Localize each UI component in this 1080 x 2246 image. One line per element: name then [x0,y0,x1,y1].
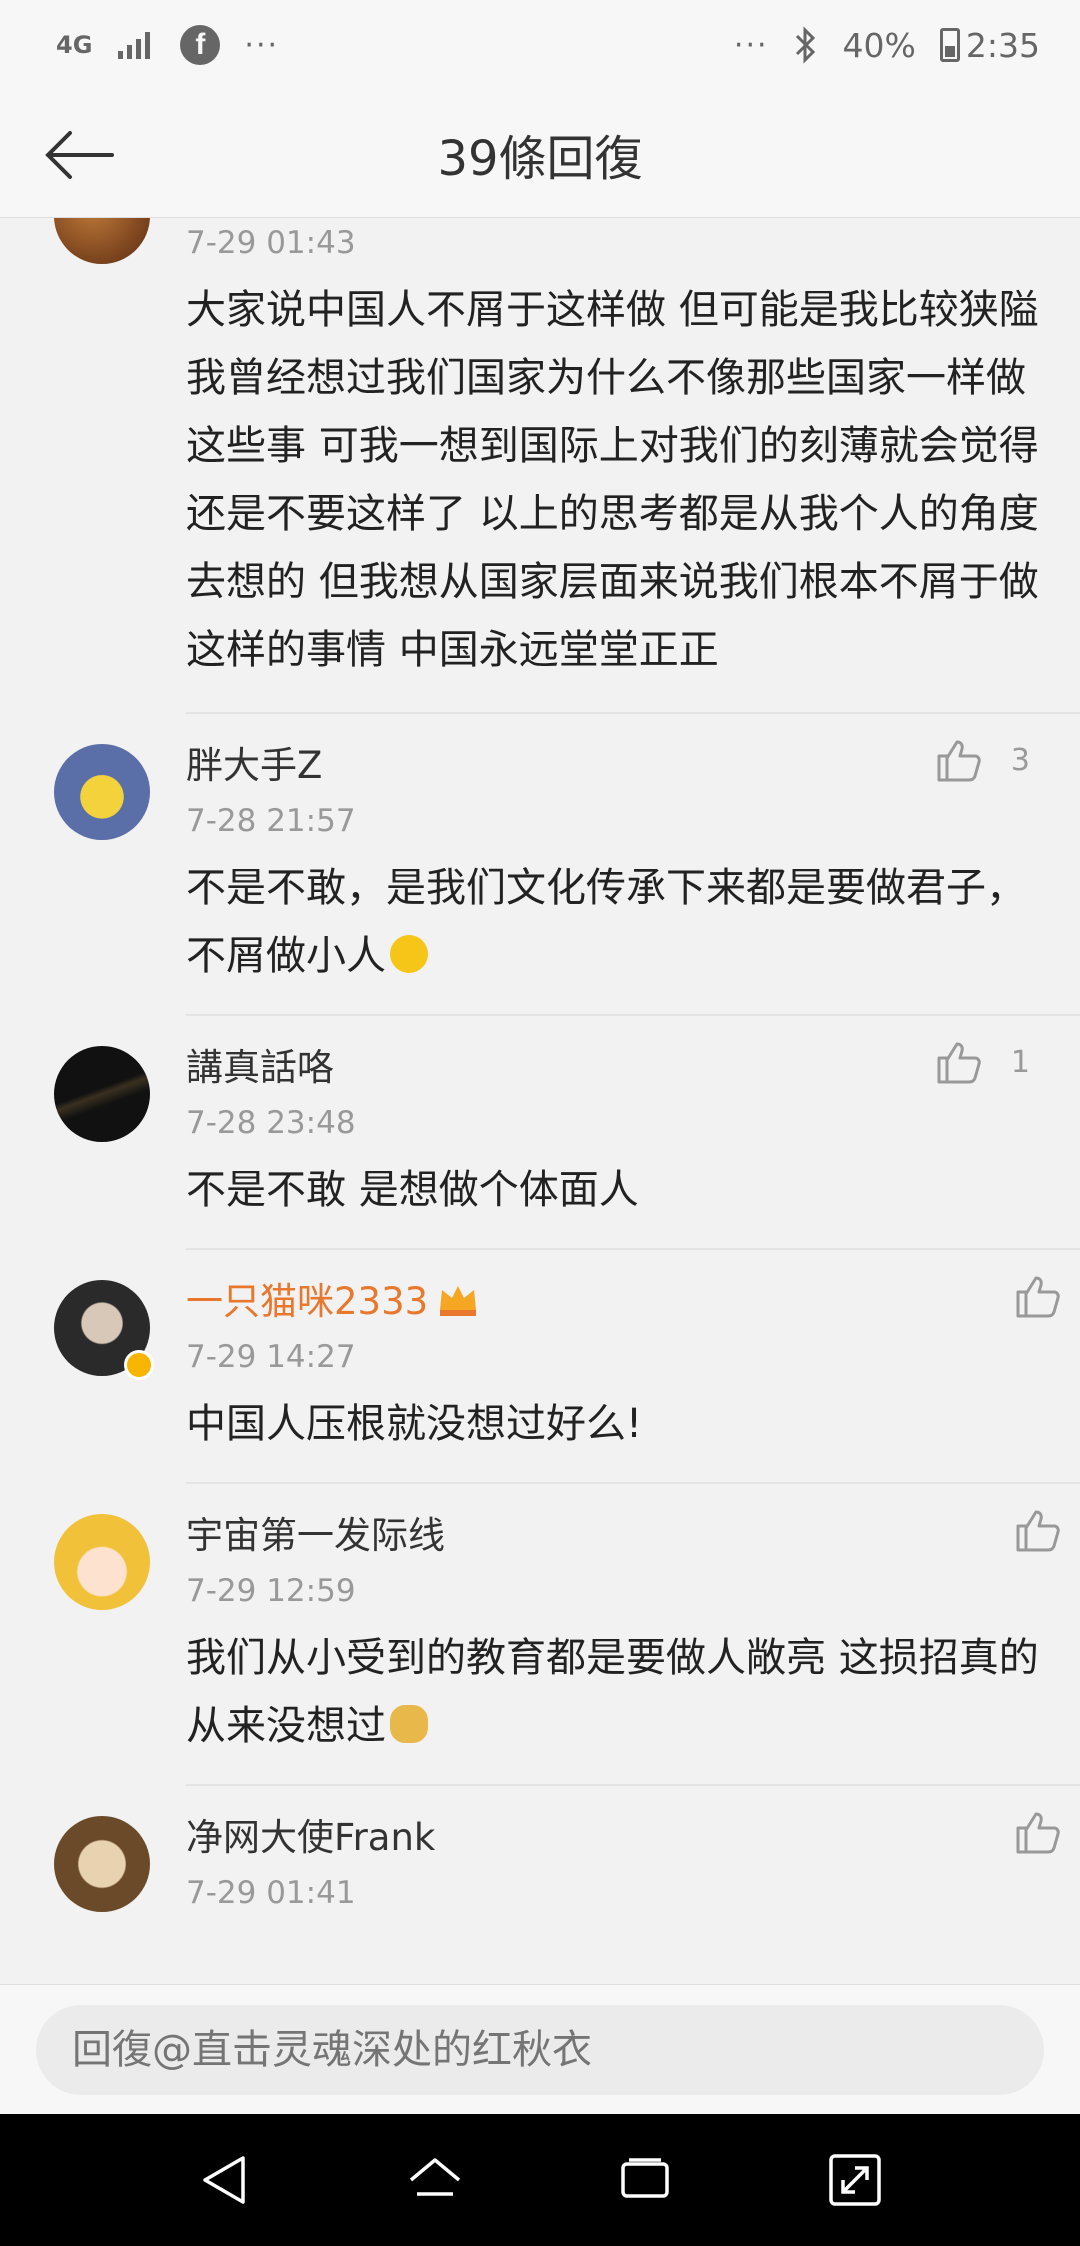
like-button[interactable] [1014,1808,1062,1856]
reply-input[interactable] [36,2005,1044,2095]
header: 39條回復 [0,90,1080,218]
more-notifications: ··· [244,27,280,63]
like-count: 3 [1010,742,1030,778]
avatar[interactable] [54,218,150,264]
comment-text: 不是不敢，是我们文化传承下来都是要做君子，不屑做小人 [186,846,1040,1014]
avatar[interactable] [54,1280,154,1380]
comment-item[interactable]: 一只猫咪2333 7-29 14:27 中国人压根就没想过好么! [54,1250,1080,1484]
battery-icon [939,28,960,62]
comment-item[interactable]: 7-29 01:43 大家说中国人不屑于这样做 但可能是我比较狭隘 我曾经想过我… [54,218,1080,714]
comment-list[interactable]: 7-29 01:43 大家说中国人不屑于这样做 但可能是我比较狭隘 我曾经想过我… [0,218,1080,1984]
comment-time: 7-29 14:27 [186,1339,356,1375]
back-arrow-icon[interactable] [40,120,120,190]
system-nav-bar [0,2114,1080,2246]
avatar[interactable] [54,1046,150,1142]
avatar[interactable] [54,1514,150,1610]
comment-username[interactable]: 净网大使Frank [186,1808,1040,1868]
comment-item[interactable]: 宇宙第一发际线 7-29 12:59 我们从小受到的教育都是要做人敞亮 这损招真… [54,1484,1080,1786]
thumbs-up-icon [1016,1510,1060,1552]
like-button[interactable]: 3 [935,736,1030,784]
thumbs-up-icon [1016,1276,1060,1318]
username-text: 一只猫咪2333 [186,1280,429,1323]
status-bar: 4G f ··· ··· 40% 2:35 [0,0,1080,90]
laughing-emoji-icon [390,935,428,973]
home-nav-icon[interactable] [405,2150,465,2210]
comment-time: 7-29 12:59 [186,1573,356,1609]
comment-username[interactable]: 宇宙第一发际线 [186,1506,1040,1566]
more-status: ··· [733,27,769,63]
comment-time: 7-29 01:41 [186,1875,356,1911]
battery-percent: 40% [842,25,916,65]
thumbs-up-icon [937,1042,981,1084]
comment-item[interactable]: 胖大手Z 7-28 21:57 不是不敢，是我们文化传承下来都是要做君子，不屑做… [54,714,1080,1016]
like-count: 1 [1010,1044,1030,1080]
comment-text-body: 不是不敢，是我们文化传承下来都是要做君子，不屑做小人 [186,865,1026,979]
facebook-icon: f [180,25,221,65]
signal-icon [118,32,151,59]
avatar[interactable] [54,744,150,840]
bluetooth-icon [795,26,815,64]
comment-item[interactable]: 講真話咯 7-28 23:48 不是不敢 是想做个体面人 1 [54,1016,1080,1250]
comment-time: 7-28 23:48 [186,1105,356,1141]
comment-username[interactable]: 一只猫咪2333 [186,1272,1040,1332]
page-title: 39條回復 [437,130,643,187]
sweat-emoji-icon [390,1705,428,1743]
back-nav-icon[interactable] [195,2150,255,2210]
comment-username[interactable]: 講真話咯 [186,1038,1040,1098]
like-button[interactable] [1014,1272,1062,1320]
comment-username[interactable]: 胖大手Z [186,736,1040,796]
recents-nav-icon[interactable] [615,2150,675,2210]
thumbs-up-icon [937,740,981,782]
comment-text-body: 我们从小受到的教育都是要做人敞亮 这损招真的从来没想过 [186,1635,1039,1749]
comment-text: 不是不敢 是想做个体面人 [186,1167,639,1213]
verified-badge-icon [124,1350,154,1380]
network-icon: 4G [56,31,93,59]
comment-text: 中国人压根就没想过好么! [186,1401,643,1447]
thumbs-up-icon [1016,1812,1060,1854]
comment-time: 7-29 01:43 [186,225,356,261]
avatar[interactable] [54,1816,150,1912]
reply-bar [0,1984,1080,2114]
clock: 2:35 [965,25,1040,65]
comment-item[interactable]: 净网大使Frank 7-29 01:41 [54,1786,1080,1918]
comment-time: 7-28 21:57 [186,803,356,839]
like-button[interactable]: 1 [935,1038,1030,1086]
vip-crown-icon [440,1286,477,1316]
comment-text: 大家说中国人不屑于这样做 但可能是我比较狭隘 我曾经想过我们国家为什么不像那些国… [186,287,1039,673]
like-button[interactable] [1014,1506,1062,1554]
comment-text: 我们从小受到的教育都是要做人敞亮 这损招真的从来没想过 [186,1616,1040,1784]
screenshot-resize-icon[interactable] [825,2150,885,2210]
